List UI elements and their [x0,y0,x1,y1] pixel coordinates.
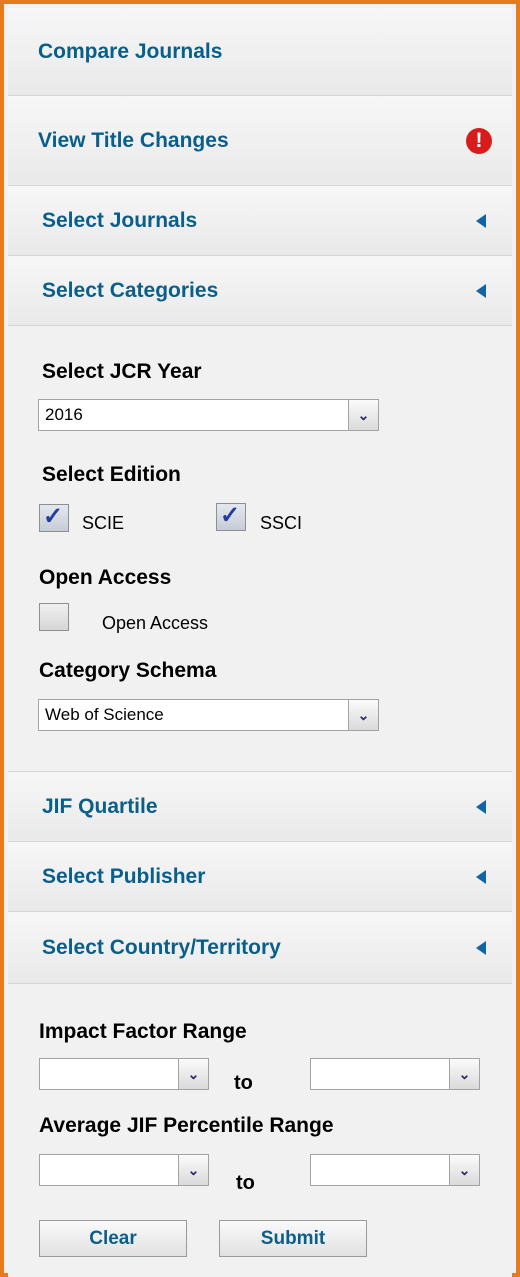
select-publisher-label: Select Publisher [42,864,206,888]
jcr-year-select[interactable]: 2016 ⌄ [38,399,379,431]
chevron-down-icon: ⌄ [357,407,370,423]
collapse-arrow-icon [476,869,486,884]
filter-sidebar: Compare Journals View Title Changes ! Se… [0,0,520,1277]
impact-factor-range-label: Impact Factor Range [39,1020,247,1043]
category-schema-select[interactable]: Web of Science ⌄ [38,699,379,731]
dropdown-button[interactable]: ⌄ [178,1059,208,1089]
checkmark-icon: ✓ [43,503,64,530]
jif-quartile-label: JIF Quartile [42,794,158,818]
collapse-arrow-icon [476,283,486,298]
select-country-label: Select Country/Territory [42,935,281,959]
open-access-label: Open Access [39,566,172,589]
scie-checkbox[interactable]: ✓ [39,503,69,532]
dropdown-button[interactable]: ⌄ [449,1155,479,1185]
ssci-label: SSCI [260,513,303,533]
select-categories-label: Select Categories [42,278,219,302]
edition-label: Select Edition [42,463,181,486]
select-journals-label: Select Journals [42,208,198,232]
jif-quartile-section[interactable]: JIF Quartile [8,772,512,842]
dropdown-button[interactable]: ⌄ [348,700,378,730]
dropdown-button[interactable]: ⌄ [178,1155,208,1185]
jif-percentile-to-select[interactable]: ⌄ [310,1154,480,1186]
chevron-down-icon: ⌄ [458,1162,471,1178]
range-separator: to [234,1072,253,1094]
collapse-arrow-icon [476,799,486,814]
category-schema-label: Category Schema [39,659,217,682]
collapse-arrow-icon [476,213,486,228]
category-schema-value: Web of Science [45,705,164,724]
open-access-checkbox[interactable] [39,603,69,631]
chevron-down-icon: ⌄ [187,1162,200,1178]
open-access-option-label: Open Access [102,613,209,633]
jif-percentile-from-select[interactable]: ⌄ [39,1154,209,1186]
clear-button[interactable]: Clear [39,1220,187,1257]
jcr-year-value: 2016 [45,405,83,424]
dropdown-button[interactable]: ⌄ [449,1059,479,1089]
compare-journals-link[interactable]: Compare Journals [8,8,512,96]
range-panel: Impact Factor Range ⌄ to ⌄ Average JIF P… [8,984,512,1277]
view-title-changes-label: View Title Changes [38,128,229,152]
compare-journals-label: Compare Journals [38,39,223,63]
chevron-down-icon: ⌄ [458,1066,471,1082]
chevron-down-icon: ⌄ [357,707,370,723]
chevron-down-icon: ⌄ [187,1066,200,1082]
impact-factor-from-select[interactable]: ⌄ [39,1058,209,1090]
select-country-section[interactable]: Select Country/Territory [8,912,512,984]
select-publisher-section[interactable]: Select Publisher [8,842,512,912]
select-journals-section[interactable]: Select Journals [8,186,512,256]
select-categories-section[interactable]: Select Categories [8,256,512,326]
scie-label: SCIE [82,513,125,533]
dropdown-button[interactable]: ⌄ [348,400,378,430]
submit-button[interactable]: Submit [219,1220,367,1257]
filter-panel: Select JCR Year 2016 ⌄ Select Edition ✓ … [8,326,512,772]
view-title-changes-link[interactable]: View Title Changes ! [8,96,512,186]
checkmark-icon: ✓ [220,502,241,529]
ssci-checkbox[interactable]: ✓ [216,502,246,531]
jif-percentile-range-label: Average JIF Percentile Range [39,1114,334,1137]
range-separator: to [236,1172,255,1194]
impact-factor-to-select[interactable]: ⌄ [310,1058,480,1090]
jcr-year-label: Select JCR Year [42,360,202,383]
collapse-arrow-icon [476,940,486,955]
alert-icon: ! [466,127,492,154]
